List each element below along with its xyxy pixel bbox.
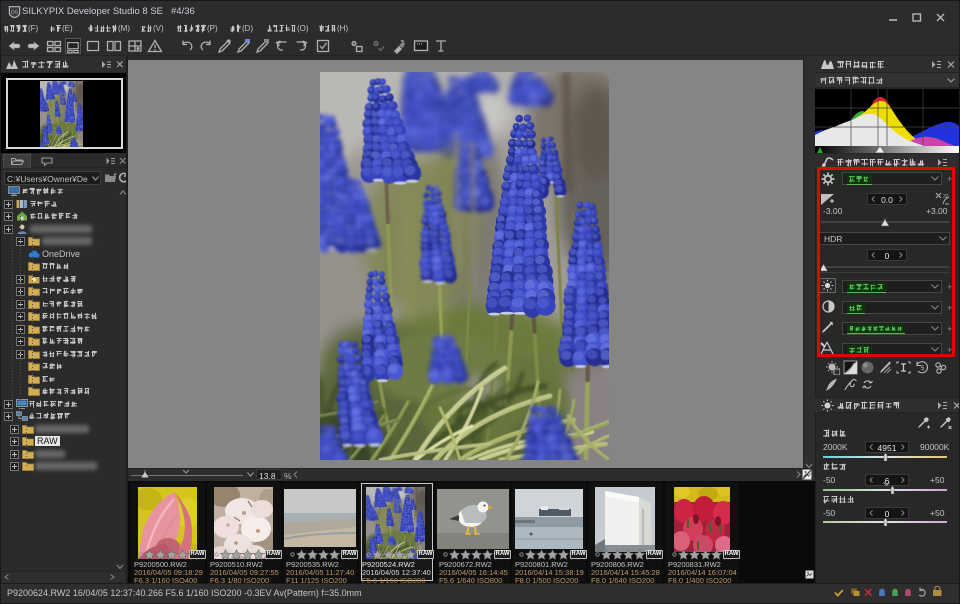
svg-text:5: 5 [921,366,925,372]
svg-text:DS: DS [11,9,18,15]
